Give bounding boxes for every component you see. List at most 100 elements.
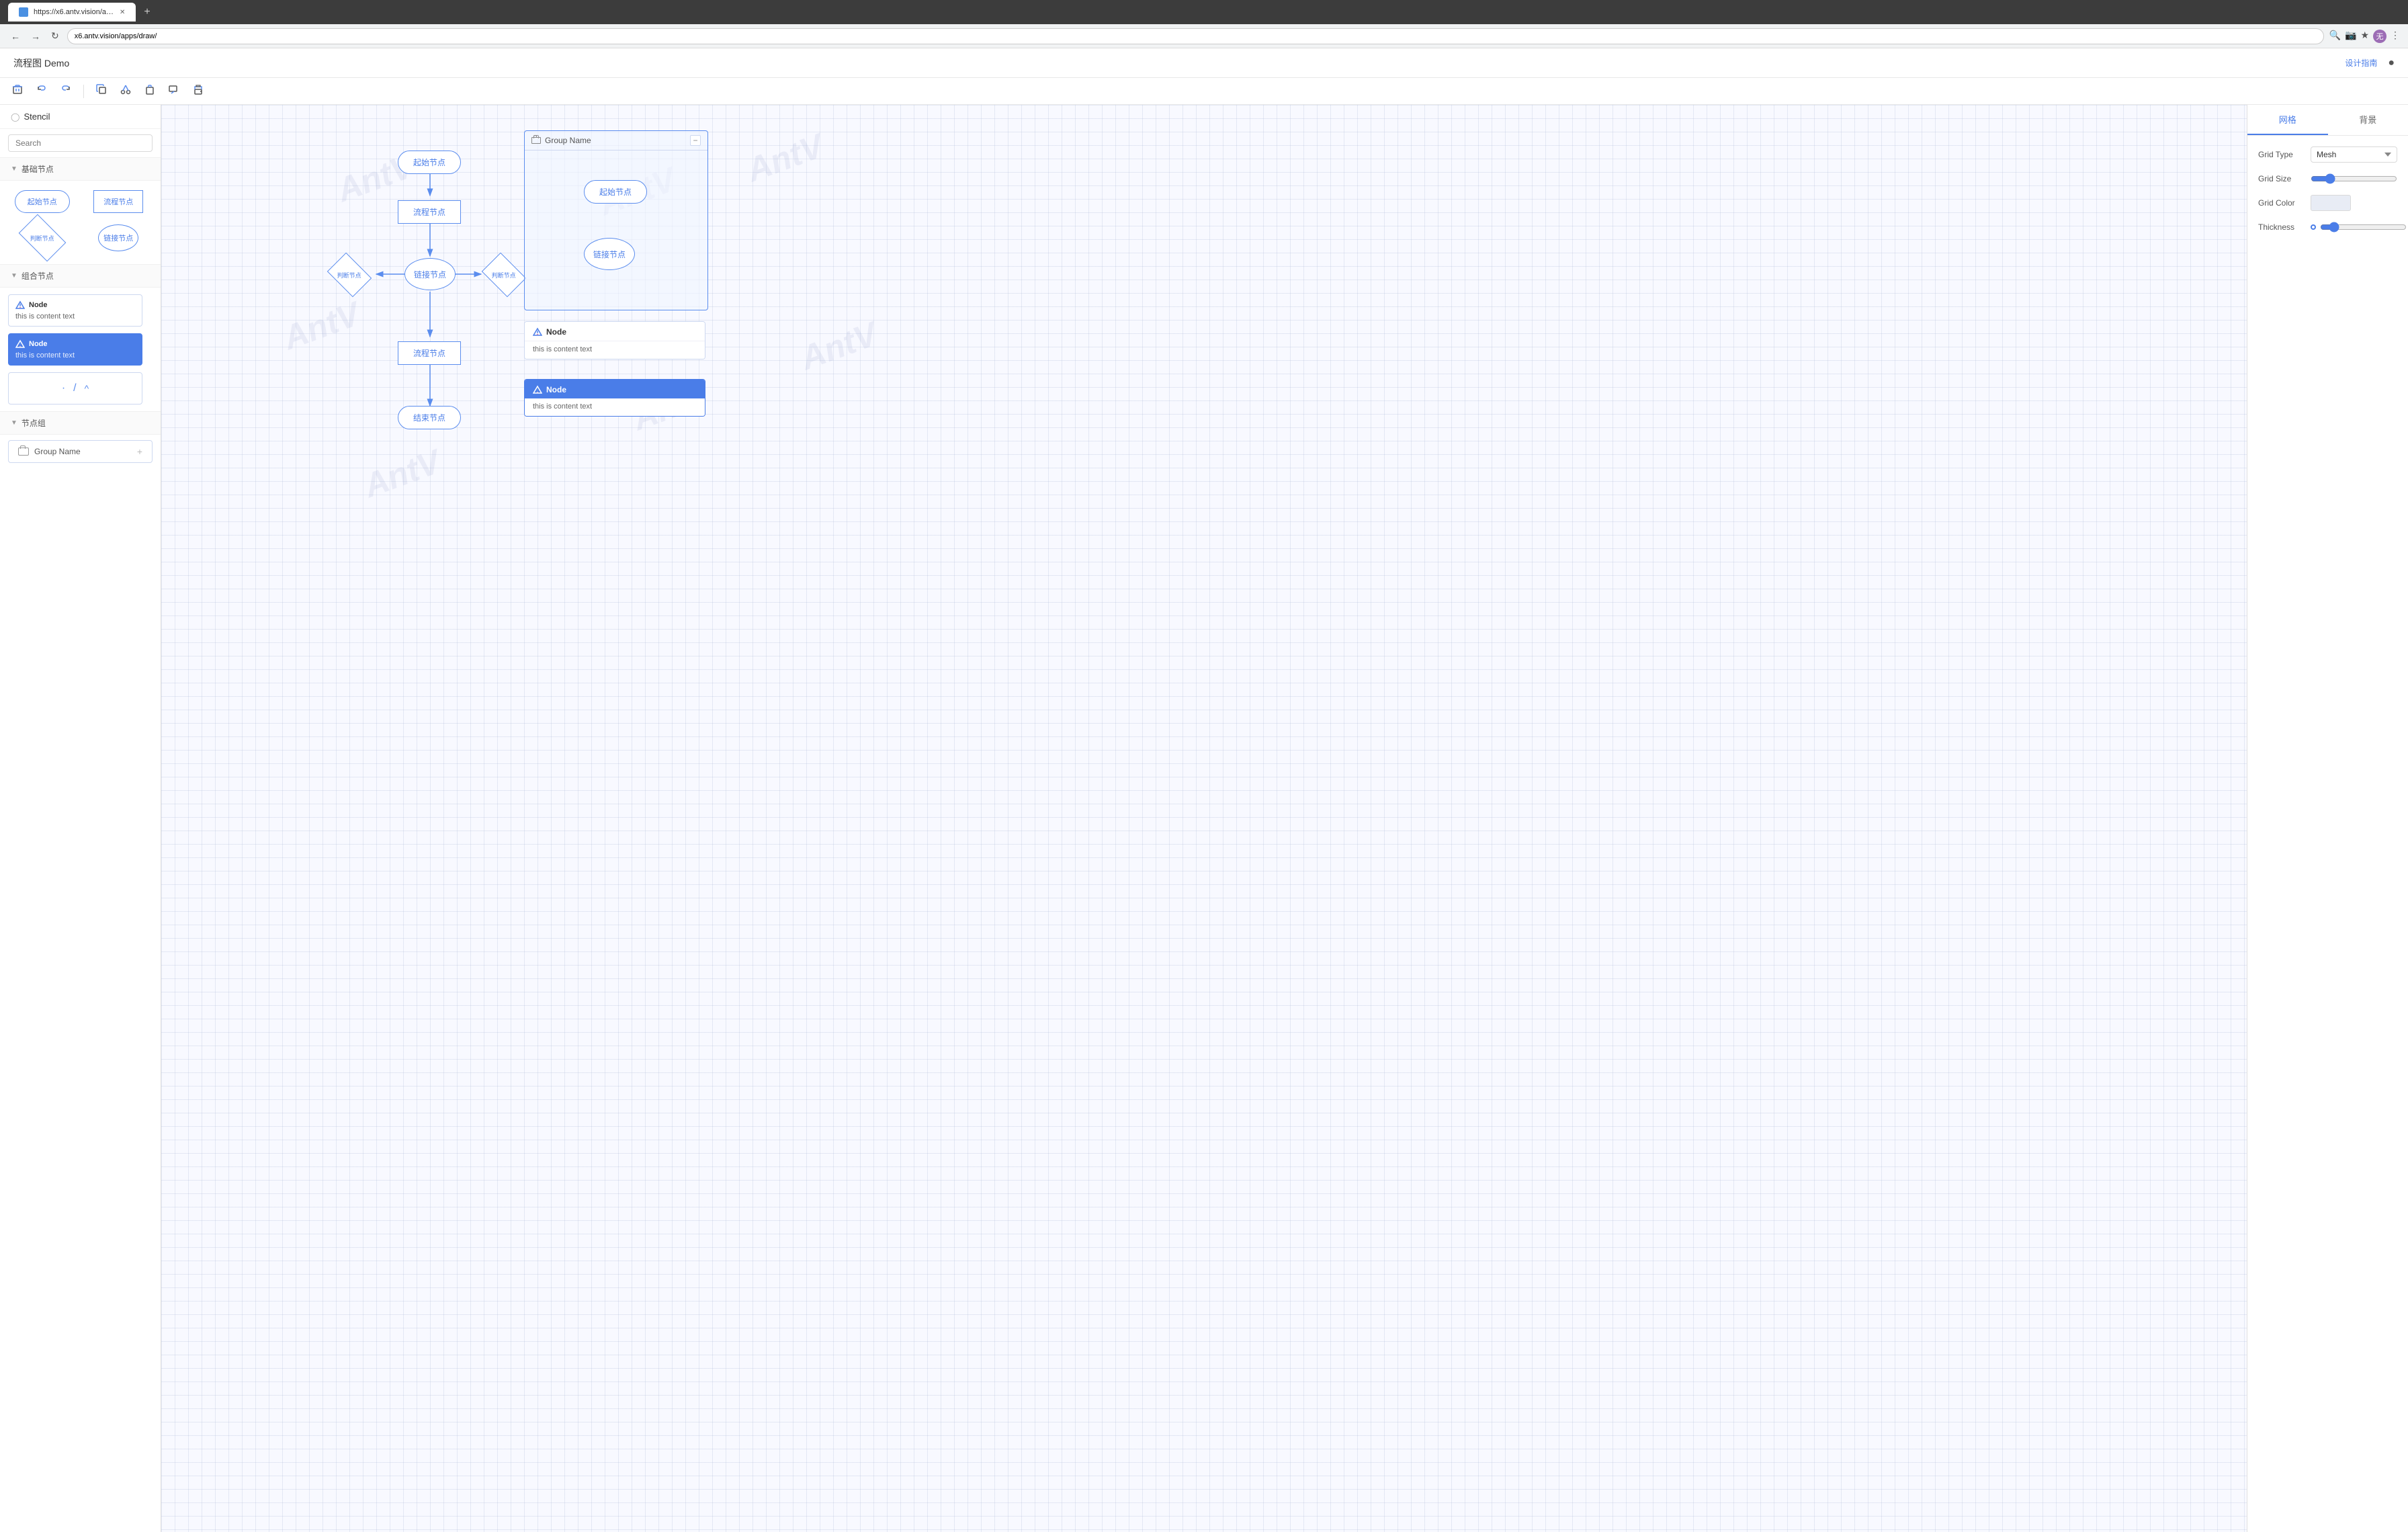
stencil-node-judge[interactable]: 判断节点 — [8, 221, 77, 255]
grid-size-slider[interactable] — [2311, 173, 2397, 184]
cn1-header: Node — [15, 300, 135, 310]
cn1-canvas-icon — [533, 327, 542, 337]
back-button[interactable]: ← — [8, 28, 23, 44]
section-basic-nodes[interactable]: ▼ 基础节点 — [0, 157, 161, 181]
grid-color-control — [2311, 195, 2397, 211]
redo-button[interactable] — [56, 81, 75, 101]
browser-tab[interactable]: https://x6.antv.vision/apps/dra ✕ — [8, 3, 136, 22]
tab-grid[interactable]: 网格 — [2247, 105, 2328, 135]
flow-link-node[interactable]: 链接节点 — [404, 258, 456, 290]
search-input[interactable] — [8, 134, 153, 152]
print-button[interactable] — [189, 81, 208, 101]
basic-nodes-grid: 起始节点 流程节点 判断节点 链接节点 — [0, 181, 161, 264]
section-basic-label: 基础节点 — [22, 163, 54, 175]
cut-icon — [120, 84, 131, 95]
group-name: Group Name — [545, 136, 591, 145]
stencil-content-node-2[interactable]: Node this is content text — [8, 333, 142, 366]
group-inner-area: 起始节点 链接节点 — [525, 151, 707, 298]
tab-close-icon[interactable]: ✕ — [120, 9, 125, 16]
flow-rect-node-2[interactable]: 流程节点 — [398, 341, 461, 365]
panel-content: Grid Type Mesh Dot Line Grid Size 10 — [2247, 136, 2408, 254]
group-link-node[interactable]: 链接节点 — [584, 238, 635, 270]
group-name-label: Group Name — [34, 447, 81, 456]
stencil-content-node-1[interactable]: Node this is content text — [8, 294, 142, 327]
canvas-cn-2[interactable]: Node this is content text — [524, 379, 705, 417]
github-icon[interactable]: ● — [2388, 57, 2395, 69]
flow-start-node[interactable]: 起始节点 — [398, 151, 461, 174]
canvas-area[interactable]: AntV AntV AntV AntV AntV AntV AntV — [161, 105, 2247, 1532]
stencil-node-flow[interactable]: 流程节点 — [85, 190, 153, 213]
search-browser-icon[interactable]: 🔍 — [2329, 30, 2341, 43]
slash-icon: / — [73, 382, 76, 394]
redo-icon — [60, 84, 71, 95]
cn1-canvas-body: this is content text — [525, 341, 705, 359]
stencil-panel: ◯ Stencil ▼ 基础节点 起始节点 流程节点 判断节点 链接节点 — [0, 105, 161, 1532]
section-composite-nodes[interactable]: ▼ 组合节点 — [0, 264, 161, 288]
flow-end-node[interactable]: 结束节点 — [398, 406, 461, 429]
camera-icon[interactable]: 📷 — [2345, 30, 2356, 43]
tab-title: https://x6.antv.vision/apps/dra — [34, 8, 114, 16]
cn1-content: this is content text — [15, 312, 135, 321]
caret-icon: ^ — [85, 383, 89, 394]
section-composite-label: 组合节点 — [22, 270, 54, 282]
zoom-icon — [169, 84, 179, 95]
refresh-button[interactable]: ↻ — [48, 28, 62, 44]
delete-icon — [12, 84, 23, 95]
undo-button[interactable] — [32, 81, 51, 101]
browser-toolbar: ← → ↻ 🔍 📷 ★ 无 ⋮ — [0, 24, 2408, 48]
menu-icon[interactable]: ⋮ — [2391, 30, 2400, 43]
cn1-title: Node — [29, 301, 48, 309]
groups-toggle-icon: ▼ — [11, 419, 17, 427]
delete-button[interactable] — [8, 81, 27, 101]
group-add-button[interactable]: + — [137, 446, 142, 457]
cn2-content: this is content text — [15, 351, 135, 359]
grid-color-swatch[interactable] — [2311, 195, 2351, 211]
thickness-slider[interactable] — [2320, 222, 2407, 232]
app-title: 流程图 Demo — [13, 56, 69, 70]
section-groups-label: 节点组 — [22, 417, 46, 429]
section-node-groups[interactable]: ▼ 节点组 — [0, 411, 161, 435]
right-panel: 网格 背景 Grid Type Mesh Dot Line Grid Size — [2247, 105, 2408, 1532]
canvas-cn-1[interactable]: Node this is content text — [524, 321, 705, 359]
paste-button[interactable] — [140, 81, 159, 101]
grid-size-value: 10 — [2401, 174, 2408, 183]
cn2-canvas-icon — [533, 385, 542, 394]
stencil-toggle-icon[interactable]: ◯ — [11, 112, 19, 122]
tab-background[interactable]: 背景 — [2328, 105, 2408, 135]
design-guide-link[interactable]: 设计指南 — [2345, 57, 2377, 69]
cut-button[interactable] — [116, 81, 135, 101]
flow-judge-node-2[interactable]: 判断节点 — [480, 257, 528, 293]
stencil-node-link[interactable]: 链接节点 — [85, 221, 153, 255]
cn1-canvas-header: Node — [525, 322, 705, 341]
zoom-button[interactable] — [165, 81, 183, 101]
group-folder-icon — [18, 448, 29, 456]
grid-type-control: Mesh Dot Line — [2311, 146, 2397, 163]
grid-size-control: 10 — [2311, 173, 2408, 184]
canvas-background — [161, 105, 2247, 1532]
grid-type-label: Grid Type — [2258, 150, 2305, 159]
composite-nodes-list: Node this is content text Node this is c… — [0, 288, 161, 411]
profile-icon[interactable]: 无 — [2373, 30, 2386, 43]
copy-icon — [96, 84, 107, 95]
grid-size-row: Grid Size 10 — [2258, 173, 2397, 184]
url-bar[interactable] — [67, 28, 2324, 44]
copy-button[interactable] — [92, 81, 111, 101]
group-item[interactable]: Group Name + — [8, 440, 153, 463]
thickness-control: 1.0 — [2311, 222, 2408, 232]
stencil-node-start[interactable]: 起始节点 — [8, 190, 77, 213]
cn2-title: Node — [29, 340, 48, 348]
group-start-node[interactable]: 起始节点 — [584, 180, 647, 204]
grid-type-select[interactable]: Mesh Dot Line — [2311, 146, 2397, 163]
thickness-row: Thickness 1.0 — [2258, 222, 2397, 232]
app-header-right: 设计指南 ● — [2345, 57, 2395, 69]
flow-judge-node-1[interactable]: 判断节点 — [325, 257, 374, 293]
cn1-canvas-text: this is content text — [533, 345, 592, 353]
stencil-connector-node[interactable]: · / ^ — [8, 372, 142, 405]
group-collapse-button[interactable]: − — [690, 135, 701, 146]
flow-group-container[interactable]: Group Name − 起始节点 链接节点 — [524, 130, 708, 310]
star-icon[interactable]: ★ — [2360, 30, 2369, 43]
section-toggle-icon: ▼ — [11, 165, 17, 173]
flow-rect-node-1[interactable]: 流程节点 — [398, 200, 461, 224]
new-tab-button[interactable]: + — [144, 6, 150, 18]
forward-button[interactable]: → — [28, 28, 43, 44]
